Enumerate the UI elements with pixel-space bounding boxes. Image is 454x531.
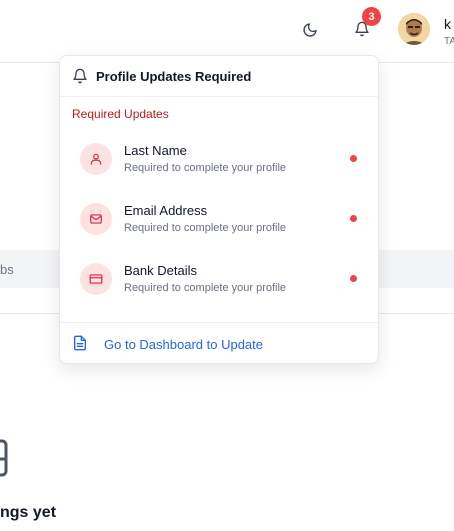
tab-label[interactable]: bs: [0, 262, 14, 277]
item-icon-wrap: [80, 203, 112, 235]
avatar[interactable]: [398, 13, 430, 45]
dropdown-title: Profile Updates Required: [96, 69, 252, 84]
user-icon: [90, 153, 102, 165]
go-to-dashboard-link[interactable]: Go to Dashboard to Update: [60, 323, 378, 363]
top-header: 3 k TA: [0, 0, 454, 63]
bell-icon: [73, 68, 87, 84]
item-title: Bank Details: [124, 263, 197, 278]
user-name: k: [444, 16, 451, 32]
item-icon-wrap: [80, 263, 112, 295]
dropdown-header: Profile Updates Required: [60, 56, 378, 97]
item-icon-wrap: [80, 143, 112, 175]
item-title: Email Address: [124, 203, 208, 218]
credit-card-icon: [89, 274, 103, 284]
item-subtitle: Required to complete your profile: [124, 162, 287, 174]
empty-state-icon: [0, 439, 8, 477]
unread-dot: [350, 275, 357, 282]
avatar-image: [398, 13, 430, 45]
moon-icon: [303, 23, 317, 37]
unread-dot: [350, 155, 357, 162]
item-subtitle: Required to complete your profile: [124, 222, 287, 234]
mail-icon: [90, 214, 102, 224]
update-item-bank-details[interactable]: Bank Details Required to complete your p…: [60, 251, 378, 307]
page: 3 k TA bs ngs yet Profile Updates Requir…: [0, 0, 454, 531]
footer-link-label[interactable]: Go to Dashboard to Update: [104, 337, 263, 352]
notifications-dropdown: Profile Updates Required Required Update…: [59, 55, 379, 364]
item-title: Last Name: [124, 143, 187, 158]
user-role: TA: [444, 36, 454, 47]
theme-toggle-button[interactable]: [298, 18, 322, 42]
notification-count-badge: 3: [362, 7, 381, 26]
item-subtitle: Required to complete your profile: [124, 282, 287, 294]
document-icon: [74, 335, 86, 351]
empty-state-text: ngs yet: [0, 504, 57, 521]
unread-dot: [350, 215, 357, 222]
update-item-email-address[interactable]: Email Address Required to complete your …: [60, 191, 378, 247]
section-label: Required Updates: [72, 107, 169, 121]
update-item-last-name[interactable]: Last Name Required to complete your prof…: [60, 131, 378, 187]
